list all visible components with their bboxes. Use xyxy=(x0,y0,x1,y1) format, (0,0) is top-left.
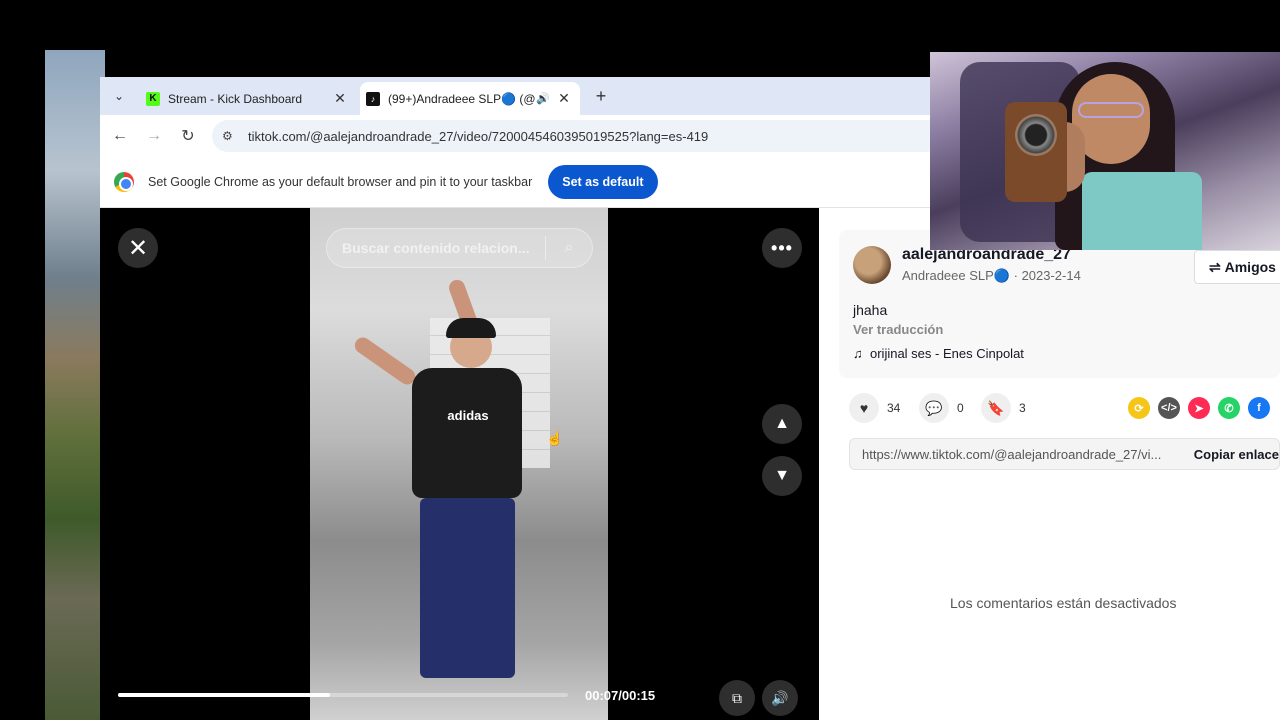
tab-search-button[interactable]: ⌄ xyxy=(108,85,130,107)
facebook-icon[interactable]: f xyxy=(1248,397,1270,419)
streamer-glasses xyxy=(1078,102,1144,118)
meta-separator: · xyxy=(1013,268,1022,283)
like-count: 34 xyxy=(887,401,901,415)
music-note-icon: ♫ xyxy=(853,346,867,361)
post-meta: Andradeee SLP🔵 · 2023-2-14 xyxy=(902,268,1081,284)
more-options-button[interactable]: ••• xyxy=(762,228,802,268)
volume-icon: 🔊 xyxy=(771,689,789,706)
volume-button[interactable]: 🔊 xyxy=(762,680,798,716)
close-icon[interactable]: ✕ xyxy=(556,90,572,107)
music-link[interactable]: ♫ orijinal ses - Enes Cinpolat xyxy=(853,346,1024,361)
action-bar: ♥ 34 💬 0 🔖 3 ⟳ </> ➤ ✆ f xyxy=(819,393,1280,423)
like-button[interactable]: ♥ 34 xyxy=(849,393,900,423)
chrome-logo-icon xyxy=(114,172,134,192)
set-as-default-button[interactable]: Set as default xyxy=(548,165,658,199)
back-icon[interactable]: ← xyxy=(108,124,132,148)
webcam-overlay xyxy=(930,52,1280,250)
dancer-shirt xyxy=(412,368,522,498)
display-name[interactable]: Andradeee SLP🔵 xyxy=(902,268,1010,283)
default-browser-infobar: Set Google Chrome as your default browse… xyxy=(100,157,930,208)
send-icon[interactable]: ➤ xyxy=(1188,397,1210,419)
swap-icon: ⇌ xyxy=(1209,258,1225,275)
close-icon[interactable]: ✕ xyxy=(332,90,348,107)
url-text: tiktok.com/@aalejandroandrade_27/video/7… xyxy=(248,128,709,144)
heart-icon: ♥ xyxy=(849,393,879,423)
copy-link-button[interactable]: Copiar enlace xyxy=(1194,447,1279,462)
post-details-panel: aalejandroandrade_27 Andradeee SLP🔵 · 20… xyxy=(819,208,1280,720)
screen: ⌄ K Stream - Kick Dashboard ✕ ♪ (99+)And… xyxy=(0,0,1280,720)
browser-window: ⌄ K Stream - Kick Dashboard ✕ ♪ (99+)And… xyxy=(100,77,930,720)
picture-in-picture-button[interactable]: ⧉ xyxy=(719,680,755,716)
video-player[interactable]: adidas ✕ Buscar contenido relacion... ⌕ … xyxy=(100,208,819,720)
post-caption: jhaha xyxy=(853,302,888,318)
repost-icon[interactable]: ⟳ xyxy=(1128,397,1150,419)
tab-tiktok[interactable]: ♪ (99+)Andradeee SLP🔵 (@aalejandroandrad… xyxy=(360,82,580,115)
bookmark-icon: 🔖 xyxy=(981,393,1011,423)
dancer-pants xyxy=(420,498,515,678)
tiktok-icon: ♪ xyxy=(366,91,380,106)
comment-count: 0 xyxy=(957,401,964,415)
tab-title: (99+)Andradeee SLP🔵 (@aalejandroandrade_… xyxy=(388,91,536,106)
search-icon[interactable]: ⌕ xyxy=(546,239,592,257)
music-title: orijinal ses - Enes Cinpolat xyxy=(870,346,1024,361)
address-bar[interactable]: ⚙ tiktok.com/@aalejandroandrade_27/video… xyxy=(212,120,930,152)
browser-toolbar: ← → ↻ ⚙ tiktok.com/@aalejandroandrade_27… xyxy=(100,115,930,157)
pip-icon: ⧉ xyxy=(732,689,742,706)
see-translation-link[interactable]: Ver traducción xyxy=(853,322,943,337)
save-button[interactable]: 🔖 3 xyxy=(981,393,1026,423)
dancer-arm xyxy=(351,334,419,388)
post-info-card: aalejandroandrade_27 Andradeee SLP🔵 · 20… xyxy=(839,230,1280,378)
tab-title: Stream - Kick Dashboard xyxy=(168,91,303,106)
speaker-icon[interactable]: 🔊 xyxy=(536,92,550,105)
next-video-button[interactable]: ▼ xyxy=(762,456,802,496)
friends-label: Amigos xyxy=(1224,259,1276,275)
post-date: 2023-2-14 xyxy=(1021,268,1081,283)
close-video-button[interactable]: ✕ xyxy=(118,228,158,268)
video-time: 00:07/00:15 xyxy=(585,688,656,703)
friends-button[interactable]: ⇌ Amigos xyxy=(1194,250,1280,284)
site-info-icon[interactable]: ⚙ xyxy=(222,129,240,143)
dancer-cap xyxy=(446,318,496,338)
tab-kick-dashboard[interactable]: K Stream - Kick Dashboard ✕ xyxy=(140,82,356,115)
save-count: 3 xyxy=(1019,401,1026,415)
related-search-input[interactable]: Buscar contenido relacion... ⌕ xyxy=(326,228,593,268)
shirt-logo: adidas xyxy=(447,408,489,423)
comment-icon: 💬 xyxy=(919,393,949,423)
share-link-box: https://www.tiktok.com/@aalejandroandrad… xyxy=(849,438,1280,470)
video-progress-fill xyxy=(118,693,330,697)
search-placeholder: Buscar contenido relacion... xyxy=(342,240,530,256)
share-link-text[interactable]: https://www.tiktok.com/@aalejandroandrad… xyxy=(862,447,1182,462)
reload-icon[interactable]: ↻ xyxy=(176,124,200,148)
video-progress-bar[interactable] xyxy=(118,693,568,697)
previous-video-button[interactable]: ▲ xyxy=(762,404,802,444)
forward-icon[interactable]: → xyxy=(142,124,166,148)
embed-icon[interactable]: </> xyxy=(1158,397,1180,419)
new-tab-button[interactable]: + xyxy=(590,85,612,107)
video-frame[interactable]: adidas xyxy=(310,208,608,720)
chevron-down-icon: ▼ xyxy=(774,467,790,484)
avatar[interactable] xyxy=(853,246,891,284)
more-icon: ••• xyxy=(771,237,793,258)
camera-lens xyxy=(1015,114,1057,156)
close-icon: ✕ xyxy=(127,234,149,262)
comments-disabled-message: Los comentarios están desactivados xyxy=(950,595,1177,611)
mouse-cursor-icon: ☝ xyxy=(546,430,564,446)
whatsapp-icon[interactable]: ✆ xyxy=(1218,397,1240,419)
kick-icon: K xyxy=(146,91,160,106)
tab-strip: ⌄ K Stream - Kick Dashboard ✕ ♪ (99+)And… xyxy=(100,77,930,115)
streamer-top xyxy=(1082,172,1202,250)
comment-button[interactable]: 💬 0 xyxy=(919,393,964,423)
infobar-message: Set Google Chrome as your default browse… xyxy=(148,175,533,189)
chevron-up-icon: ▲ xyxy=(774,415,790,432)
desktop-wallpaper xyxy=(45,50,105,720)
